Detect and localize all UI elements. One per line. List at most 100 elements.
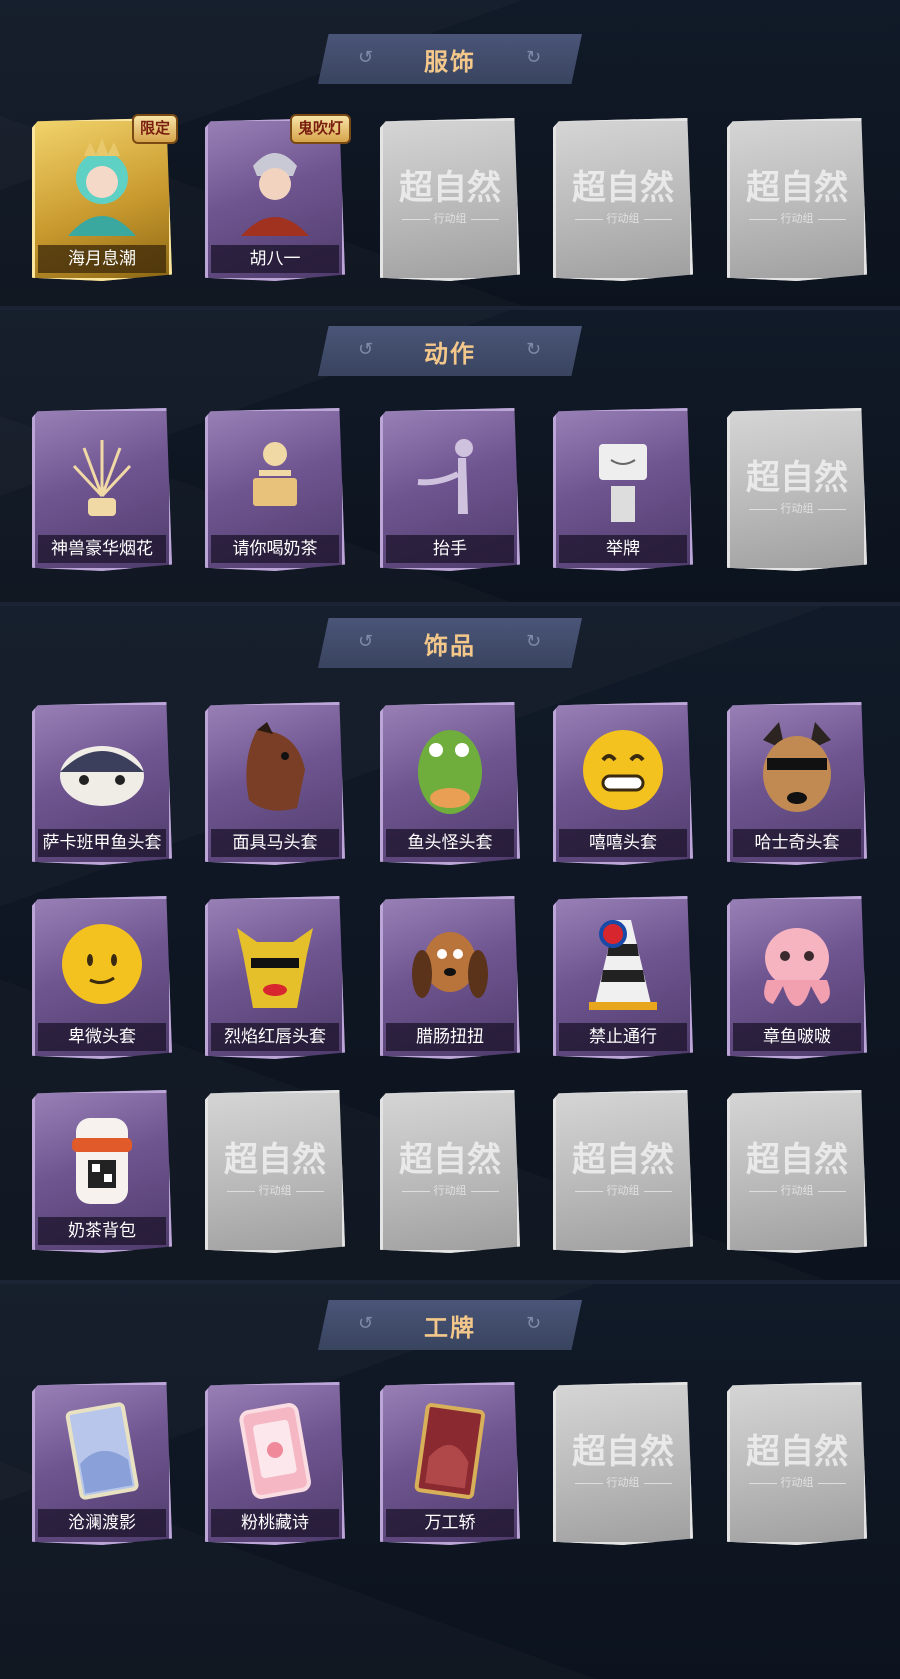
placeholder-sub: 行动组 (737, 210, 857, 226)
item-card-accessory-10[interactable]: 章鱼啵啵 (727, 896, 867, 1059)
item-card-outfit-1[interactable]: 限定 海月息潮 (32, 114, 178, 281)
placeholder-sub: 行动组 (563, 1182, 683, 1198)
item-label: 嘻嘻头套 (559, 829, 687, 857)
placeholder-sub: 行动组 (563, 210, 683, 226)
item-label: 哈士奇头套 (733, 829, 861, 857)
item-label: 沧澜渡影 (38, 1509, 166, 1537)
placeholder-logo: 超自然 (399, 168, 501, 208)
milk-tea-gesture-icon (227, 426, 323, 526)
collab-badge: 鬼吹灯 (289, 114, 351, 144)
husky-mask-icon (749, 720, 845, 820)
placeholder-logo: 超自然 (572, 168, 674, 208)
item-label: 腊肠扭扭 (386, 1023, 514, 1051)
placeholder-logo: 超自然 (746, 1140, 848, 1180)
placeholder-logo: 超自然 (572, 1432, 674, 1472)
item-card-empty: 超自然 行动组 (380, 118, 520, 281)
item-label: 举牌 (559, 535, 687, 563)
item-card-empty: 超自然 行动组 (205, 1090, 345, 1253)
item-label: 萨卡班甲鱼头套 (38, 829, 166, 857)
section-title: 动作 (424, 339, 476, 368)
item-label: 章鱼啵啵 (733, 1023, 861, 1051)
item-label: 鱼头怪头套 (386, 829, 514, 857)
item-card-empty: 超自然 行动组 (727, 408, 867, 571)
item-label: 面具马头套 (211, 829, 339, 857)
character-portrait-icon (227, 136, 323, 236)
item-card-accessory-8[interactable]: 腊肠扭扭 (380, 896, 520, 1059)
placeholder-sub: 行动组 (737, 1182, 857, 1198)
shy-emoji-icon (54, 914, 150, 1014)
item-card-accessory-1[interactable]: 萨卡班甲鱼头套 (32, 702, 172, 865)
item-card-badge-3[interactable]: 万工轿 (380, 1382, 520, 1545)
item-label: 烈焰红唇头套 (211, 1023, 339, 1051)
ornament-icon: ↺ (358, 631, 374, 652)
item-card-accessory-2[interactable]: 面具马头套 (205, 702, 345, 865)
fish-monster-icon (402, 720, 498, 820)
fish-head-icon (54, 720, 150, 820)
ornament-icon: ↻ (526, 339, 542, 360)
ornament-icon: ↺ (358, 339, 374, 360)
item-label: 禁止通行 (559, 1023, 687, 1051)
red-lips-mask-icon (227, 914, 323, 1014)
section-title: 工牌 (424, 1313, 476, 1342)
item-label: 万工轿 (386, 1509, 514, 1537)
raise-hand-icon (402, 426, 498, 526)
item-card-empty: 超自然 行动组 (553, 1382, 693, 1545)
dachshund-icon (402, 914, 498, 1014)
placeholder-sub: 行动组 (390, 210, 510, 226)
item-card-action-4[interactable]: 举牌 (553, 408, 693, 571)
item-card-empty: 超自然 行动组 (727, 1382, 867, 1545)
item-card-empty: 超自然 行动组 (727, 118, 867, 281)
section-header-outfit: ↺ 服饰 ↻ (318, 34, 582, 84)
octopus-icon (749, 914, 845, 1014)
item-card-outfit-2[interactable]: 鬼吹灯 胡八一 (205, 114, 351, 281)
section-header-accessory: ↺ 饰品 ↻ (318, 618, 582, 668)
item-card-empty: 超自然 行动组 (553, 1090, 693, 1253)
placeholder-sub: 行动组 (215, 1182, 335, 1198)
section-title: 服饰 (424, 47, 476, 76)
placeholder-logo: 超自然 (746, 1432, 848, 1472)
item-card-action-2[interactable]: 请你喝奶茶 (205, 408, 345, 571)
item-label: 请你喝奶茶 (211, 535, 339, 563)
item-card-badge-1[interactable]: 沧澜渡影 (32, 1382, 172, 1545)
placeholder-logo: 超自然 (224, 1140, 326, 1180)
item-card-accessory-3[interactable]: 鱼头怪头套 (380, 702, 520, 865)
ornament-icon: ↻ (526, 47, 542, 68)
item-card-accessory-4[interactable]: 嘻嘻头套 (553, 702, 693, 865)
item-card-action-3[interactable]: 抬手 (380, 408, 520, 571)
item-label: 奶茶背包 (38, 1217, 166, 1245)
milk-tea-backpack-icon (54, 1108, 150, 1208)
item-card-empty: 超自然 行动组 (380, 1090, 520, 1253)
item-card-badge-2[interactable]: 粉桃藏诗 (205, 1382, 345, 1545)
item-label: 粉桃藏诗 (211, 1509, 339, 1537)
section-header-action: ↺ 动作 ↻ (318, 326, 582, 376)
placeholder-sub: 行动组 (737, 1474, 857, 1490)
badge-card-icon (227, 1400, 323, 1500)
ornament-icon: ↻ (526, 1313, 542, 1334)
item-card-accessory-5[interactable]: 哈士奇头套 (727, 702, 867, 865)
placeholder-sub: 行动组 (737, 500, 857, 516)
limited-badge: 限定 (131, 114, 178, 144)
placeholder-logo: 超自然 (572, 1140, 674, 1180)
item-card-empty: 超自然 行动组 (553, 118, 693, 281)
placeholder-sub: 行动组 (390, 1182, 510, 1198)
section-header-badge: ↺ 工牌 ↻ (318, 1300, 582, 1350)
placeholder-logo: 超自然 (746, 458, 848, 498)
item-card-accessory-11[interactable]: 奶茶背包 (32, 1090, 172, 1253)
item-label: 神兽豪华烟花 (38, 535, 166, 563)
item-card-accessory-9[interactable]: 禁止通行 (553, 896, 693, 1059)
item-card-accessory-7[interactable]: 烈焰红唇头套 (205, 896, 345, 1059)
item-card-empty: 超自然 行动组 (727, 1090, 867, 1253)
grin-emoji-icon (575, 720, 671, 820)
item-label: 抬手 (386, 535, 514, 563)
placeholder-sub: 行动组 (563, 1474, 683, 1490)
character-portrait-icon (54, 136, 150, 236)
item-card-accessory-6[interactable]: 卑微头套 (32, 896, 172, 1059)
item-card-action-1[interactable]: 神兽豪华烟花 (32, 408, 172, 571)
item-label: 海月息潮 (38, 245, 166, 273)
horse-mask-icon (227, 720, 323, 820)
badge-card-icon (402, 1400, 498, 1500)
item-label: 胡八一 (211, 245, 339, 273)
badge-card-icon (54, 1400, 150, 1500)
item-label: 卑微头套 (38, 1023, 166, 1051)
placeholder-logo: 超自然 (399, 1140, 501, 1180)
